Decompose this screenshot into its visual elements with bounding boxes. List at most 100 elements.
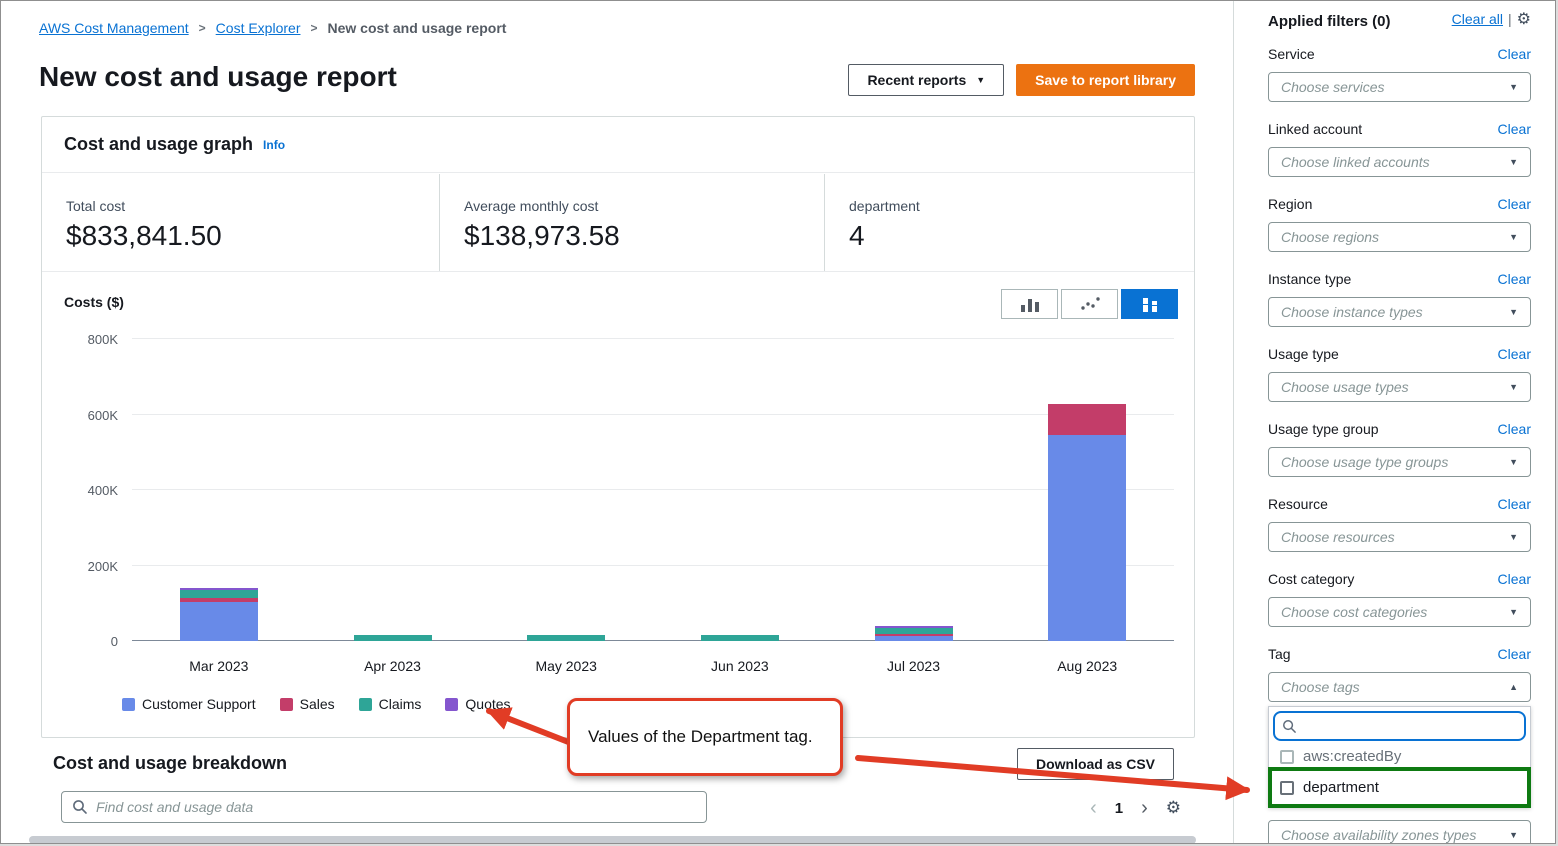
legend-item-sales[interactable]: Sales: [280, 696, 335, 712]
filter-group-region: Region Clear Choose regions ▼: [1268, 194, 1531, 252]
previous-page-icon[interactable]: ‹: [1090, 797, 1097, 820]
header-actions: Recent reports ▼ Save to report library: [848, 64, 1195, 96]
gear-icon[interactable]: ⚙: [1517, 9, 1531, 29]
page-number[interactable]: 1: [1115, 800, 1123, 817]
clear-service-link[interactable]: Clear: [1498, 46, 1531, 62]
stacked-bar-chart-icon: [1140, 296, 1160, 312]
tag-option-label: aws:createdBy: [1303, 748, 1401, 765]
recent-reports-button[interactable]: Recent reports ▼: [848, 64, 1004, 96]
select-placeholder: Choose availability zones types: [1281, 827, 1476, 843]
resource-select[interactable]: Choose resources ▼: [1268, 522, 1531, 552]
pagination: ‹ 1 › ⚙: [1090, 793, 1181, 823]
filter-label: Usage type: [1268, 346, 1339, 362]
checkbox-icon[interactable]: [1280, 750, 1294, 764]
y-axis-tick-label: 0: [60, 634, 118, 649]
applied-filters-panel: Applied filters (0) Clear all | ⚙ Servic…: [1234, 1, 1556, 844]
gear-icon[interactable]: ⚙: [1166, 798, 1181, 818]
clear-tag-link[interactable]: Clear: [1498, 646, 1531, 662]
chart-bar-aug-2023[interactable]: [1048, 404, 1126, 641]
bar-chart-toggle-button[interactable]: [1001, 289, 1058, 319]
filter-label: Instance type: [1268, 271, 1351, 287]
page-root: AWS Cost Management > Cost Explorer > Ne…: [0, 0, 1556, 844]
x-axis-label: Mar 2023: [132, 658, 306, 674]
tag-select[interactable]: Choose tags ▲: [1268, 672, 1531, 702]
clear-usage-type-group-link[interactable]: Clear: [1498, 421, 1531, 437]
legend-swatch: [445, 698, 458, 711]
legend-label: Customer Support: [142, 696, 256, 712]
chart-bar-jun-2023[interactable]: [701, 635, 779, 641]
breadcrumb-link-cost-explorer[interactable]: Cost Explorer: [216, 20, 301, 36]
download-csv-button[interactable]: Download as CSV: [1017, 748, 1174, 780]
chart-bar-mar-2023[interactable]: [180, 588, 258, 641]
bar-segment-claims: [527, 635, 605, 641]
breadcrumb-link-aws-cost-management[interactable]: AWS Cost Management: [39, 20, 189, 36]
region-select[interactable]: Choose regions ▼: [1268, 222, 1531, 252]
tag-option-aws-createdby[interactable]: aws:createdBy: [1273, 741, 1526, 772]
tag-option-department[interactable]: department: [1273, 772, 1526, 803]
checkbox-icon[interactable]: [1280, 781, 1294, 795]
save-to-report-library-button[interactable]: Save to report library: [1016, 64, 1195, 96]
chart-zone: Costs ($): [42, 272, 1194, 737]
info-link[interactable]: Info: [263, 138, 285, 152]
clear-cost-category-link[interactable]: Clear: [1498, 571, 1531, 587]
chart-bar-may-2023[interactable]: [527, 635, 605, 641]
legend-item-quotes[interactable]: Quotes: [445, 696, 510, 712]
tag-search-input[interactable]: [1273, 711, 1526, 741]
chevron-right-icon: >: [199, 21, 206, 35]
card-header: Cost and usage graph Info: [42, 117, 1194, 173]
bar-column: [827, 339, 1001, 641]
chevron-down-icon: ▼: [1509, 607, 1518, 617]
filter-group-cost-category: Cost category Clear Choose cost categori…: [1268, 569, 1531, 627]
x-axis-label: Jul 2023: [827, 658, 1001, 674]
chevron-right-icon: >: [310, 21, 317, 35]
stat-department-count: department 4: [824, 174, 1194, 271]
usage-type-group-select[interactable]: Choose usage type groups ▼: [1268, 447, 1531, 477]
line-chart-icon: [1080, 296, 1100, 312]
clear-resource-link[interactable]: Clear: [1498, 496, 1531, 512]
legend-swatch: [280, 698, 293, 711]
select-placeholder: Choose regions: [1281, 229, 1379, 245]
bar-segment-claims: [180, 590, 258, 597]
stat-label: department: [849, 198, 1194, 214]
chart-plot-area: 0200K400K600K800K: [132, 339, 1174, 641]
line-chart-toggle-button[interactable]: [1061, 289, 1118, 319]
stat-value: $833,841.50: [66, 220, 439, 252]
x-axis-labels: Mar 2023Apr 2023May 2023Jun 2023Jul 2023…: [132, 658, 1174, 674]
breakdown-search-input[interactable]: [61, 791, 707, 823]
cost-category-select[interactable]: Choose cost categories ▼: [1268, 597, 1531, 627]
chart-bar-jul-2023[interactable]: [875, 626, 953, 641]
filter-group-usage-type-group: Usage type group Clear Choose usage type…: [1268, 419, 1531, 477]
y-axis-title: Costs ($): [64, 294, 124, 310]
horizontal-scrollbar[interactable]: [29, 836, 1196, 844]
chart-bar-apr-2023[interactable]: [354, 635, 432, 641]
service-select[interactable]: Choose services ▼: [1268, 72, 1531, 102]
next-page-icon[interactable]: ›: [1141, 797, 1148, 820]
stats-row: Total cost $833,841.50 Average monthly c…: [42, 174, 1194, 272]
chevron-down-icon: ▼: [1509, 82, 1518, 92]
legend-item-claims[interactable]: Claims: [359, 696, 422, 712]
filter-label: Region: [1268, 196, 1312, 212]
clear-instance-type-link[interactable]: Clear: [1498, 271, 1531, 287]
filter-label: Usage type group: [1268, 421, 1379, 437]
legend-swatch: [122, 698, 135, 711]
chart-bars: [132, 339, 1174, 641]
clear-region-link[interactable]: Clear: [1498, 196, 1531, 212]
linked-account-select[interactable]: Choose linked accounts ▼: [1268, 147, 1531, 177]
chevron-down-icon: ▼: [1509, 382, 1518, 392]
chevron-down-icon: ▼: [1509, 157, 1518, 167]
clear-linked-account-link[interactable]: Clear: [1498, 121, 1531, 137]
legend-item-customer-support[interactable]: Customer Support: [122, 696, 256, 712]
stacked-bar-chart-toggle-button[interactable]: [1121, 289, 1178, 319]
availability-zone-select[interactable]: Choose availability zones types ▼: [1268, 820, 1531, 844]
clear-all-link[interactable]: Clear all: [1452, 11, 1503, 27]
instance-type-select[interactable]: Choose instance types ▼: [1268, 297, 1531, 327]
filter-group-usage-type: Usage type Clear Choose usage types ▼: [1268, 344, 1531, 402]
x-axis-label: May 2023: [479, 658, 653, 674]
clear-usage-type-link[interactable]: Clear: [1498, 346, 1531, 362]
bar-column: [306, 339, 480, 641]
usage-type-select[interactable]: Choose usage types ▼: [1268, 372, 1531, 402]
annotation-callout: Values of the Department tag.: [567, 698, 843, 776]
bar-segment-claims: [701, 635, 779, 641]
filters-header-actions: Clear all | ⚙: [1452, 9, 1531, 29]
chevron-down-icon: ▼: [1509, 307, 1518, 317]
